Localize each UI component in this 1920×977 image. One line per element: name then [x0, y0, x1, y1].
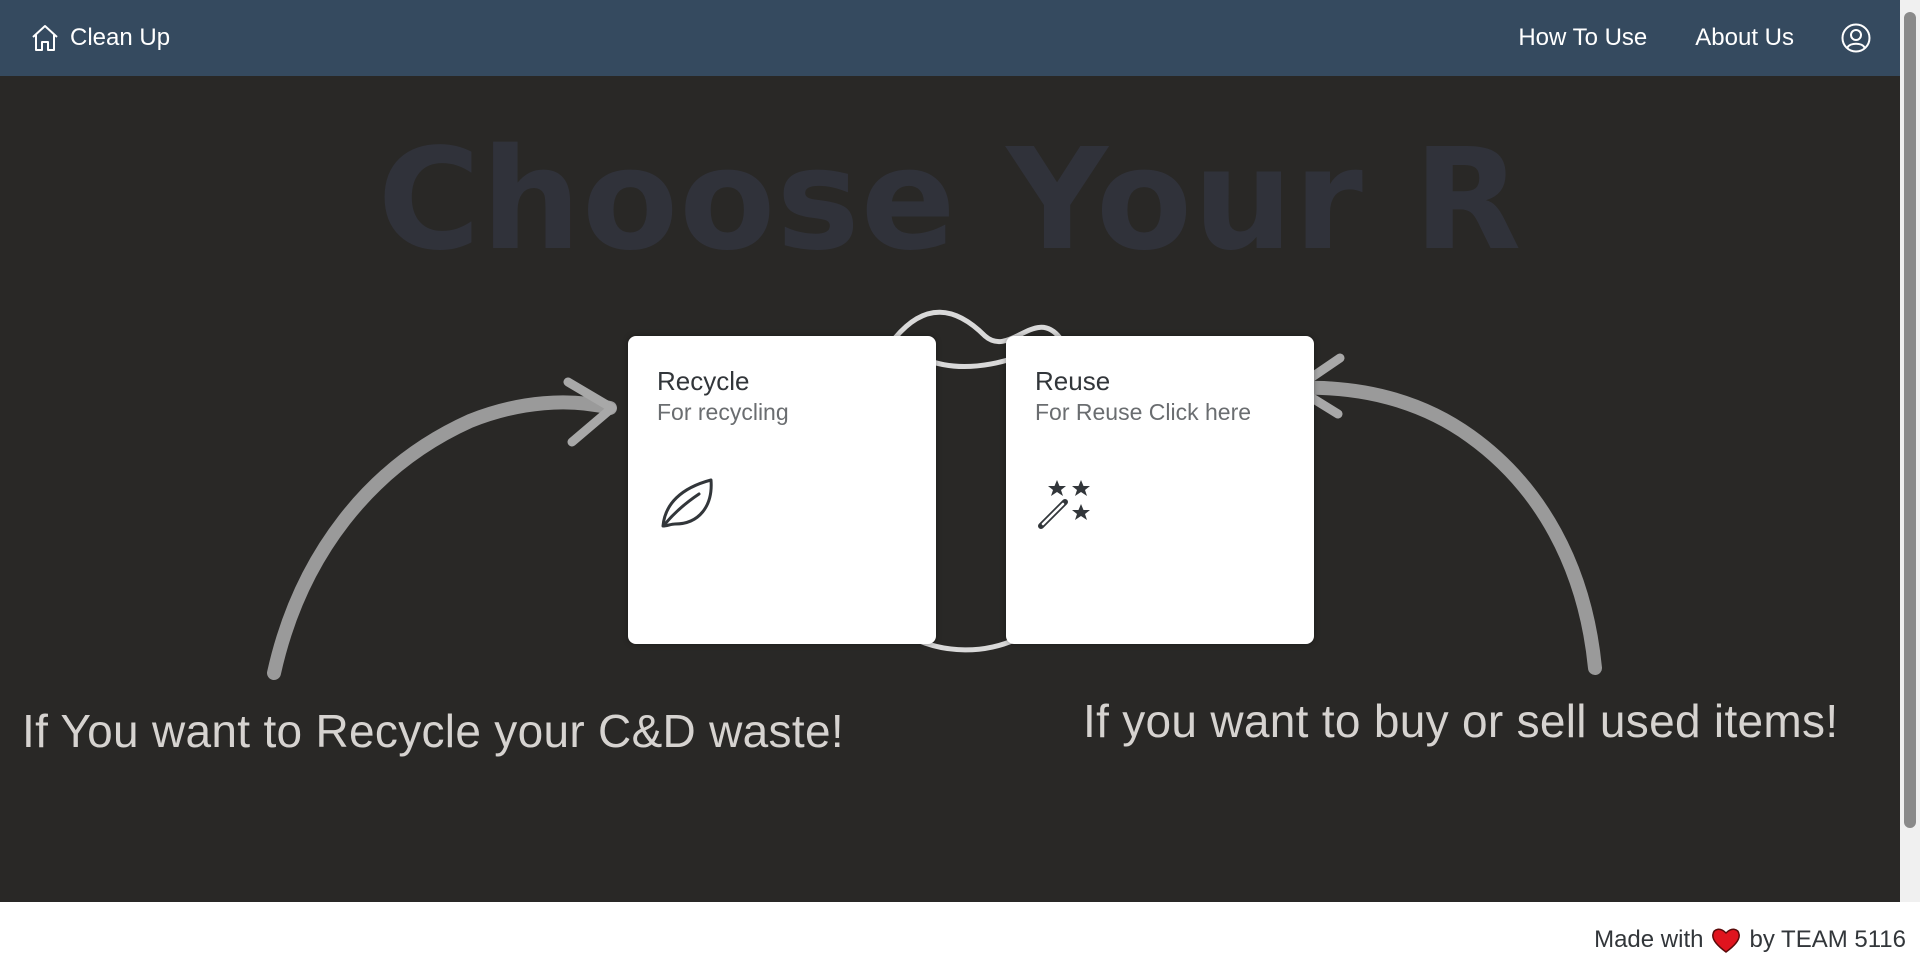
- top-navigation-bar: Clean Up How To Use About Us: [0, 0, 1900, 76]
- nav-about-us[interactable]: About Us: [1695, 24, 1794, 52]
- right-arrow-icon: [1291, 380, 1602, 675]
- nav-how-to-use[interactable]: How To Use: [1518, 24, 1647, 52]
- card-subtitle: For recycling: [657, 399, 789, 425]
- home-icon: [32, 25, 58, 51]
- user-account-icon: [1841, 23, 1871, 53]
- card-title: Recycle: [657, 366, 750, 396]
- hero-section: Choose Your R Recycle For recycling Reus…: [0, 76, 1900, 902]
- card-subtitle: For Reuse Click here: [1035, 399, 1252, 425]
- footer-prefix: Made with: [1594, 926, 1704, 953]
- magic-wand-icon: [1035, 474, 1095, 534]
- nav-menu: How To Use About Us: [1518, 0, 1872, 76]
- heart-icon: [1712, 928, 1741, 953]
- decorative-arrows: [267, 309, 1602, 680]
- page-scrollbar[interactable]: [1900, 0, 1920, 902]
- scrollbar-thumb[interactable]: [1904, 12, 1916, 828]
- footer: Made with by TEAM 5116: [0, 902, 1920, 977]
- leaf-icon: [657, 474, 717, 534]
- user-account-button[interactable]: [1840, 22, 1872, 54]
- card-title: Reuse: [1035, 366, 1111, 396]
- recycle-caption: If You want to Recycle your C&D waste!: [22, 705, 844, 757]
- reuse-caption: If you want to buy or sell used items!: [1083, 695, 1839, 747]
- reuse-card[interactable]: Reuse For Reuse Click here: [1006, 336, 1314, 644]
- brand-name: Clean Up: [70, 24, 171, 51]
- left-arrow-icon: [267, 395, 617, 680]
- recycle-card[interactable]: Recycle For recycling: [628, 336, 936, 644]
- home-link[interactable]: Clean Up: [30, 0, 170, 76]
- footer-credit: Made with by TEAM 5116: [1594, 926, 1906, 954]
- footer-suffix: by TEAM 5116: [1749, 926, 1906, 953]
